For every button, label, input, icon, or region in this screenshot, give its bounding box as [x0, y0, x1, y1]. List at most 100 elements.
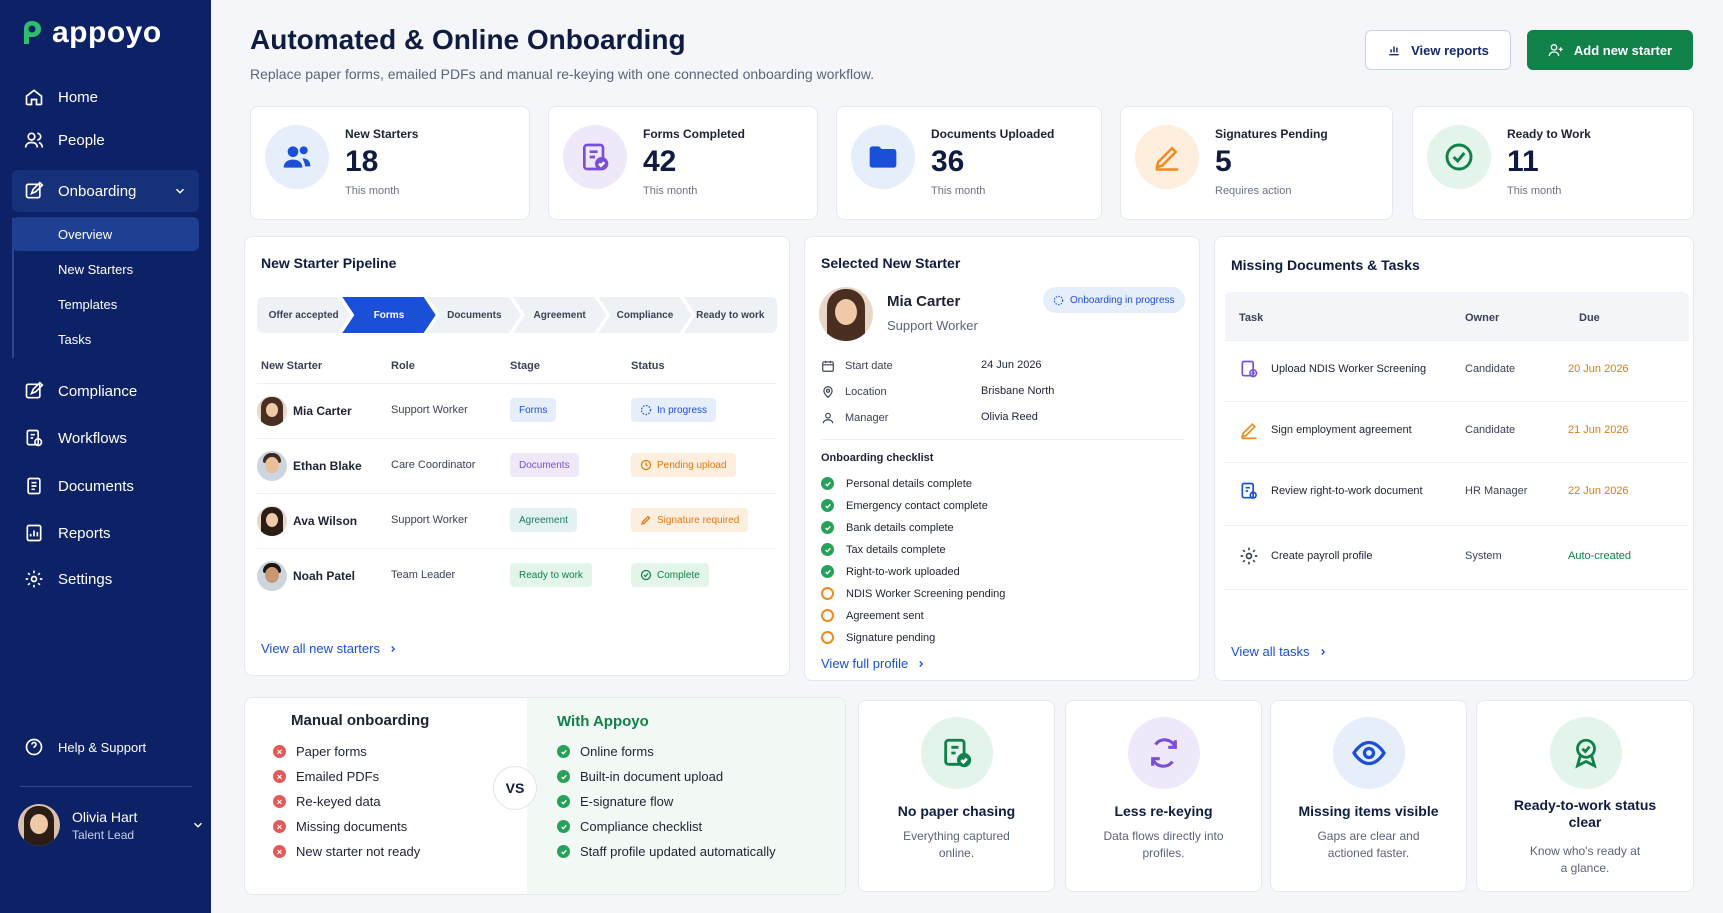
- task-name: Review right-to-work document: [1271, 485, 1423, 497]
- help-icon: [25, 738, 43, 756]
- feature-card: Ready-to-work status clear Know who's re…: [1476, 700, 1694, 892]
- avatar: [257, 396, 287, 426]
- brand-logo[interactable]: appoyo: [20, 16, 162, 50]
- item-text: Compliance checklist: [580, 819, 703, 834]
- task-due: 22 Jun 2026: [1568, 485, 1629, 497]
- stage-offer-accepted[interactable]: Offer accepted: [257, 297, 350, 333]
- stat-card-documents-uploaded: Documents Uploaded 36 This month: [836, 106, 1102, 220]
- stat-value: 11: [1507, 145, 1539, 178]
- nav-home[interactable]: Home: [0, 77, 211, 117]
- appoyo-item: E-signature flow: [557, 794, 673, 809]
- manual-item: × New starter not ready: [273, 844, 420, 859]
- item-text: Re-keyed data: [296, 794, 381, 809]
- nav-help-label: Help & Support: [58, 739, 147, 755]
- manual-item: × Missing documents: [273, 819, 407, 834]
- stat-label: Documents Uploaded: [931, 127, 1055, 141]
- view-all-new-starters-link[interactable]: View all new starters: [261, 641, 398, 656]
- view-all-tasks-link[interactable]: View all tasks: [1231, 644, 1328, 659]
- appoyo-item: Online forms: [557, 744, 654, 759]
- detail-label: Manager: [845, 412, 889, 424]
- nav-people-label: People: [58, 131, 105, 149]
- stage-forms[interactable]: Forms: [342, 297, 435, 333]
- chevron-right-icon: [1320, 648, 1325, 655]
- nav-sub-new-starters[interactable]: New Starters: [12, 252, 199, 286]
- feature-desc: Everything captured online.: [903, 829, 1010, 860]
- table-row[interactable]: Mia Carter Support Worker Forms In progr…: [257, 383, 777, 438]
- checklist-text: Emergency contact complete: [846, 499, 988, 512]
- documents-icon: [27, 477, 41, 495]
- document-upload-icon: [1241, 360, 1258, 378]
- checklist-text: Right-to-work uploaded: [846, 565, 960, 578]
- table-row[interactable]: Upload NDIS Worker Screening Candidate 2…: [1225, 340, 1689, 401]
- col-owner: Owner: [1465, 312, 1500, 324]
- checklist-item: NDIS Worker Screening pending: [821, 587, 1005, 600]
- missing-title: Missing Documents & Tasks: [1231, 257, 1420, 273]
- table-row[interactable]: Ethan Blake Care Coordinator Documents P…: [257, 438, 777, 493]
- x-icon: ×: [273, 795, 286, 808]
- checklist-item: Signature pending: [821, 631, 935, 644]
- view-reports-button[interactable]: View reports: [1365, 30, 1511, 70]
- table-row[interactable]: Create payroll profile System Auto-creat…: [1225, 525, 1689, 589]
- table-row[interactable]: Noah Patel Team Leader Ready to work Com…: [257, 548, 777, 603]
- page-title: Automated & Online Onboarding: [250, 24, 686, 55]
- checklist-item: Right-to-work uploaded: [821, 565, 960, 578]
- home-icon: [25, 89, 43, 106]
- user-avatar: [18, 804, 60, 846]
- task-owner: Candidate: [1465, 424, 1516, 436]
- stage-compliance[interactable]: Compliance: [598, 297, 691, 333]
- checklist-title: Onboarding checklist: [821, 452, 934, 464]
- check-circle-icon: [640, 569, 652, 581]
- stage-documents[interactable]: Documents: [428, 297, 521, 333]
- task-due: 21 Jun 2026: [1568, 424, 1629, 436]
- status-badge: Signature required: [631, 508, 749, 532]
- nav-documents[interactable]: Documents: [0, 466, 211, 506]
- user-divider: [20, 786, 192, 787]
- nav-onboarding[interactable]: Onboarding: [12, 170, 199, 212]
- document-search-icon: [1241, 482, 1257, 499]
- nav-sub-overview[interactable]: Overview: [12, 217, 199, 251]
- stage-agreement[interactable]: Agreement: [513, 297, 606, 333]
- stat-label: New Starters: [345, 127, 419, 141]
- feature-card: Missing items visible Gaps are clear and…: [1270, 700, 1467, 892]
- check-icon: [557, 745, 570, 758]
- appoyo-logo-icon: [24, 21, 41, 44]
- pipeline-stages: Offer accepted Forms Documents Agreement…: [257, 297, 777, 333]
- table-row[interactable]: Review right-to-work document HR Manager…: [1225, 462, 1689, 525]
- add-new-starter-button[interactable]: Add new starter: [1527, 30, 1693, 70]
- appoyo-item: Compliance checklist: [557, 819, 702, 834]
- user-name: Olivia Hart: [72, 808, 138, 825]
- stat-value: 36: [931, 145, 965, 178]
- stat-label: Signatures Pending: [1215, 127, 1328, 141]
- nav-compliance[interactable]: Compliance: [0, 371, 211, 411]
- detail-location: Location: [821, 385, 887, 399]
- appoyo-item: Staff profile updated automatically: [557, 844, 776, 859]
- stat-note: This month: [931, 185, 986, 197]
- user-menu[interactable]: Olivia Hart Talent Lead: [18, 804, 205, 846]
- stat-icon-bg: [1135, 125, 1199, 189]
- view-full-profile-link[interactable]: View full profile: [821, 656, 926, 671]
- nav-workflows[interactable]: Workflows: [0, 418, 211, 458]
- folder-icon: [869, 146, 897, 168]
- progress-icon: [1053, 295, 1064, 305]
- chevron-down-icon[interactable]: [173, 184, 187, 198]
- table-row[interactable]: Ava Wilson Support Worker Agreement Sign…: [257, 493, 777, 548]
- nav-compliance-label: Compliance: [58, 382, 138, 400]
- nav-reports[interactable]: Reports: [0, 513, 211, 553]
- stage-ready-to-work[interactable]: Ready to work: [683, 297, 777, 333]
- calendar-icon: [822, 360, 834, 372]
- nav-help[interactable]: Help & Support: [0, 727, 211, 767]
- stat-value: 5: [1215, 145, 1232, 178]
- nav-sub-tasks[interactable]: Tasks: [12, 322, 199, 356]
- chevron-down-icon[interactable]: [191, 818, 205, 832]
- workflows-icon: [26, 429, 43, 447]
- nav-settings[interactable]: Settings: [0, 559, 211, 599]
- starter-name: Ava Wilson: [293, 514, 358, 528]
- link-label: View all tasks: [1231, 644, 1310, 659]
- table-row[interactable]: Sign employment agreement Candidate 21 J…: [1225, 401, 1689, 462]
- item-text: Missing documents: [296, 819, 408, 834]
- nav-sub-templates[interactable]: Templates: [12, 287, 199, 321]
- stat-note: This month: [643, 185, 698, 197]
- item-text: Staff profile updated automatically: [580, 844, 776, 859]
- task-owner: System: [1465, 550, 1502, 562]
- nav-people[interactable]: People: [0, 120, 211, 160]
